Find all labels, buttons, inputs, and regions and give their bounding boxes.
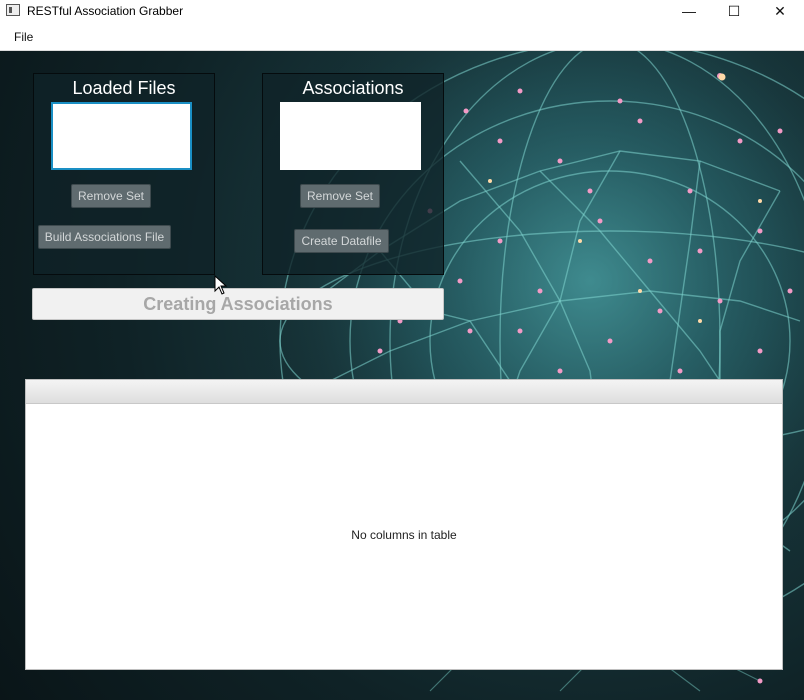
progress-label: Creating Associations (143, 293, 333, 314)
maximize-button[interactable]: ☐ (711, 0, 757, 22)
associations-title: Associations (302, 78, 404, 98)
loaded-files-title: Loaded Files (72, 78, 176, 98)
app-window-icon (6, 4, 20, 16)
associations-list[interactable] (280, 102, 421, 170)
associations-table[interactable]: No columns in table (25, 379, 783, 670)
background-scene: Loaded Files Remove Set Build Associatio… (0, 51, 804, 700)
menu-file[interactable]: File (8, 30, 39, 44)
associations-remove-set-button[interactable]: Remove Set (300, 184, 380, 208)
creating-associations-progress: Creating Associations (32, 288, 444, 320)
close-button[interactable]: ✕ (757, 0, 803, 22)
create-datafile-button[interactable]: Create Datafile (294, 229, 389, 253)
window-title: RESTful Association Grabber (27, 4, 184, 18)
table-header (26, 380, 782, 404)
loaded-remove-set-button[interactable]: Remove Set (71, 184, 151, 208)
menu-bar: File (0, 24, 804, 51)
associations-panel: Associations Remove Set Create Datafile (262, 73, 444, 275)
loaded-files-list[interactable] (51, 102, 192, 170)
title-bar: RESTful Association Grabber — ☐ ✕ (0, 0, 804, 24)
loaded-files-panel: Loaded Files Remove Set Build Associatio… (33, 73, 215, 275)
mouse-pointer-icon (214, 275, 228, 295)
table-empty-placeholder: No columns in table (351, 528, 457, 542)
build-associations-file-button[interactable]: Build Associations File (38, 225, 171, 249)
minimize-button[interactable]: — (666, 0, 712, 22)
